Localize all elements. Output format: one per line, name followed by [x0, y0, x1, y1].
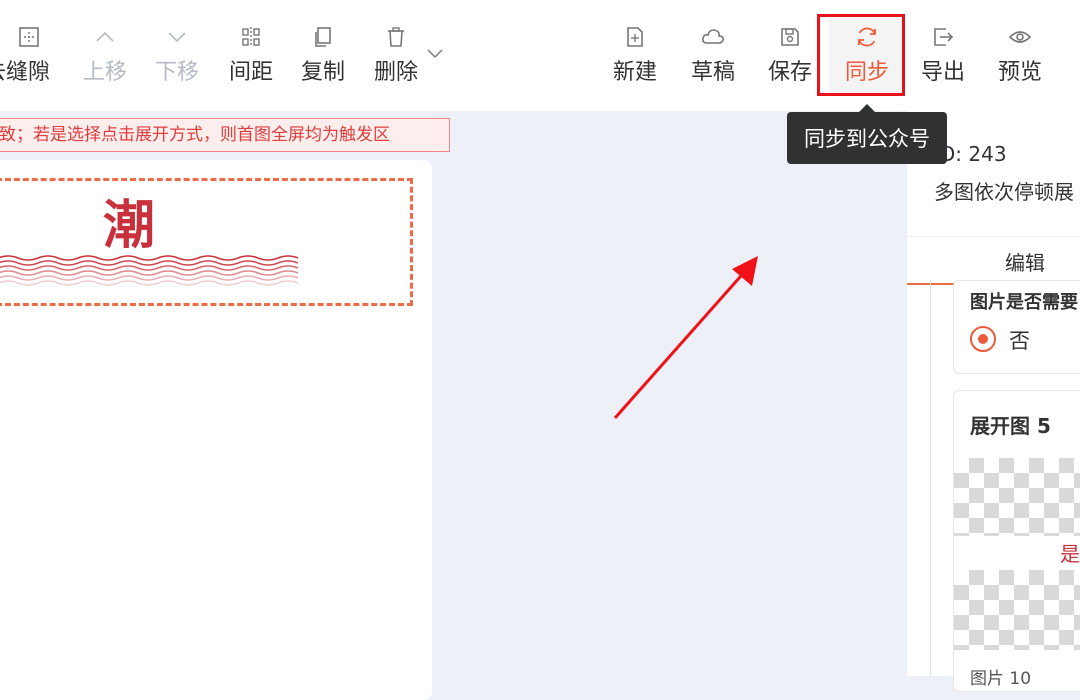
save-icon [777, 24, 803, 50]
top-toolbar: 去缝隙 上移 下移 间距 复制 删除 [0, 0, 1080, 111]
new-button[interactable]: 新建 [612, 18, 658, 98]
component-desc: 多图依次停顿展 [934, 180, 1074, 204]
eye-icon [1007, 24, 1033, 50]
notice-text: 致；若是选择点击展开方式，则首图全屏均为触发区 [0, 125, 390, 145]
expand-title: 展开图 5 [970, 414, 1051, 438]
move-down-label: 下移 [154, 60, 199, 85]
copy-button[interactable]: 复制 [300, 18, 346, 98]
remove-gap-button[interactable]: 去缝隙 [0, 18, 58, 98]
export-button[interactable]: 导出 [920, 18, 966, 98]
cloud-icon [700, 24, 726, 50]
sync-highlight-box [817, 14, 905, 96]
image-label: 图片 10 [970, 669, 1032, 689]
new-label: 新建 [612, 60, 657, 85]
save-button[interactable]: 保存 [767, 18, 813, 98]
more-chevron-icon[interactable] [426, 46, 444, 65]
chevron-up-icon [92, 24, 118, 50]
spacing-label: 间距 [228, 60, 273, 85]
image-thumb-transparent-2[interactable] [954, 570, 1080, 650]
preview-button[interactable]: 预览 [997, 18, 1043, 98]
image-glyph: 是 [1060, 542, 1080, 566]
pointer-arrow [613, 256, 758, 419]
draft-button[interactable]: 草稿 [690, 18, 736, 98]
preview-label: 预览 [997, 60, 1042, 85]
image-thumb-transparent[interactable] [954, 458, 1080, 536]
wave-decoration [0, 255, 299, 286]
tab-edit[interactable]: 编辑 [1005, 247, 1045, 276]
export-label: 导出 [920, 60, 965, 85]
export-icon [930, 24, 956, 50]
move-up-button[interactable]: 上移 [82, 18, 128, 98]
delete-label: 删除 [373, 60, 418, 85]
chevron-down-icon [164, 24, 190, 50]
question-title: 图片是否需要 [970, 292, 1078, 313]
panel-divider [930, 280, 931, 676]
spacing-button[interactable]: 间距 [228, 18, 274, 98]
move-up-label: 上移 [82, 60, 127, 85]
sync-tooltip-text: 同步到公众号 [804, 127, 930, 151]
title-glyph: 潮 [103, 195, 156, 256]
delete-button[interactable]: 删除 [373, 18, 419, 98]
save-label: 保存 [767, 60, 812, 85]
draft-label: 草稿 [690, 60, 735, 85]
radio-no-label: 否 [1009, 329, 1030, 353]
sync-tooltip: 同步到公众号 [787, 104, 947, 164]
remove-gap-label: 去缝隙 [0, 60, 50, 85]
trash-icon [383, 24, 409, 50]
notice-banner: 致；若是选择点击展开方式，则首图全屏均为触发区 [0, 118, 450, 152]
copy-icon [310, 24, 336, 50]
new-file-icon [622, 24, 648, 50]
grid-icon [16, 24, 42, 50]
copy-label: 复制 [300, 60, 345, 85]
move-down-button[interactable]: 下移 [154, 18, 200, 98]
radio-no[interactable] [970, 326, 996, 352]
spacing-icon [238, 24, 264, 50]
